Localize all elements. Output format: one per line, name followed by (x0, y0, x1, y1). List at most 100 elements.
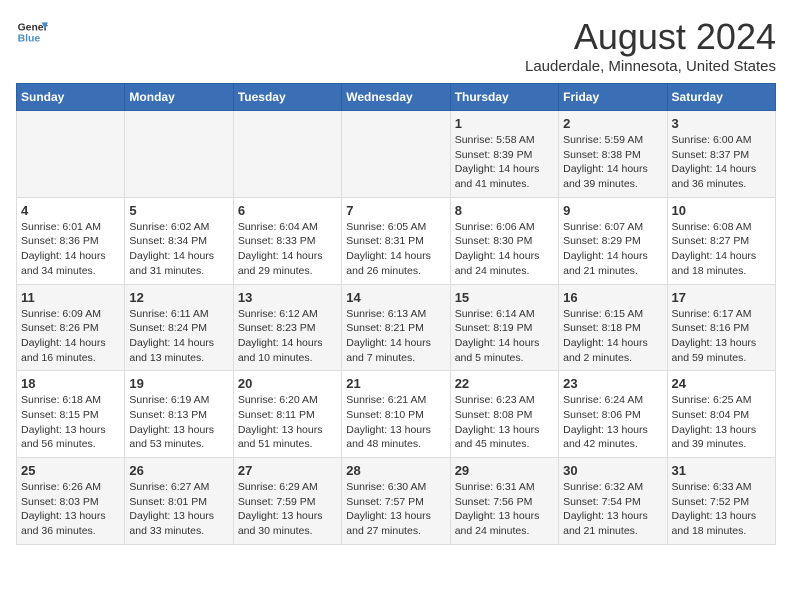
day-info: Sunrise: 6:08 AM Sunset: 8:27 PM Dayligh… (672, 220, 771, 279)
column-header-monday: Monday (125, 84, 233, 111)
day-number: 27 (238, 463, 337, 478)
day-info: Sunrise: 6:12 AM Sunset: 8:23 PM Dayligh… (238, 307, 337, 366)
day-cell: 17 Sunrise: 6:17 AM Sunset: 8:16 PM Dayli… (667, 284, 775, 371)
day-info: Sunrise: 6:17 AM Sunset: 8:16 PM Dayligh… (672, 307, 771, 366)
page-header: General Blue August 2024 Lauderdale, Min… (16, 16, 776, 75)
day-info: Sunrise: 6:26 AM Sunset: 8:03 PM Dayligh… (21, 480, 120, 539)
day-number: 12 (129, 290, 228, 305)
day-number: 22 (455, 376, 554, 391)
day-number: 19 (129, 376, 228, 391)
day-info: Sunrise: 6:33 AM Sunset: 7:52 PM Dayligh… (672, 480, 771, 539)
calendar-table: SundayMondayTuesdayWednesdayThursdayFrid… (16, 83, 776, 545)
day-cell: 18 Sunrise: 6:18 AM Sunset: 8:15 PM Dayli… (17, 371, 125, 458)
day-info: Sunrise: 6:01 AM Sunset: 8:36 PM Dayligh… (21, 220, 120, 279)
day-cell: 16 Sunrise: 6:15 AM Sunset: 8:18 PM Dayli… (559, 284, 667, 371)
day-info: Sunrise: 6:30 AM Sunset: 7:57 PM Dayligh… (346, 480, 445, 539)
day-number: 15 (455, 290, 554, 305)
day-cell: 1Sunrise: 5:58 AM Sunset: 8:39 PM Daylig… (450, 111, 558, 198)
day-info: Sunrise: 5:58 AM Sunset: 8:39 PM Dayligh… (455, 133, 554, 192)
day-info: Sunrise: 6:21 AM Sunset: 8:10 PM Dayligh… (346, 393, 445, 452)
day-number: 7 (346, 203, 445, 218)
day-cell (342, 111, 450, 198)
day-info: Sunrise: 6:00 AM Sunset: 8:37 PM Dayligh… (672, 133, 771, 192)
day-number: 29 (455, 463, 554, 478)
week-row-1: 1Sunrise: 5:58 AM Sunset: 8:39 PM Daylig… (17, 111, 776, 198)
day-number: 16 (563, 290, 662, 305)
day-info: Sunrise: 6:24 AM Sunset: 8:06 PM Dayligh… (563, 393, 662, 452)
day-number: 6 (238, 203, 337, 218)
logo: General Blue (16, 16, 48, 48)
day-number: 21 (346, 376, 445, 391)
day-cell: 24 Sunrise: 6:25 AM Sunset: 8:04 PM Dayli… (667, 371, 775, 458)
day-number: 9 (563, 203, 662, 218)
day-info: Sunrise: 6:29 AM Sunset: 7:59 PM Dayligh… (238, 480, 337, 539)
day-info: Sunrise: 6:06 AM Sunset: 8:30 PM Dayligh… (455, 220, 554, 279)
location: Lauderdale, Minnesota, United States (525, 58, 776, 75)
day-cell (233, 111, 341, 198)
day-info: Sunrise: 6:04 AM Sunset: 8:33 PM Dayligh… (238, 220, 337, 279)
calendar-body: 1Sunrise: 5:58 AM Sunset: 8:39 PM Daylig… (17, 111, 776, 545)
day-cell: 22 Sunrise: 6:23 AM Sunset: 8:08 PM Dayli… (450, 371, 558, 458)
logo-icon: General Blue (16, 16, 48, 48)
day-number: 28 (346, 463, 445, 478)
day-cell: 2Sunrise: 5:59 AM Sunset: 8:38 PM Daylig… (559, 111, 667, 198)
column-header-sunday: Sunday (17, 84, 125, 111)
column-header-wednesday: Wednesday (342, 84, 450, 111)
day-cell: 12Sunrise: 6:11 AM Sunset: 8:24 PM Dayli… (125, 284, 233, 371)
day-cell: 6 Sunrise: 6:04 AM Sunset: 8:33 PM Daylig… (233, 197, 341, 284)
week-row-5: 25 Sunrise: 6:26 AM Sunset: 8:03 PM Dayli… (17, 458, 776, 545)
day-number: 31 (672, 463, 771, 478)
day-info: Sunrise: 6:32 AM Sunset: 7:54 PM Dayligh… (563, 480, 662, 539)
day-info: Sunrise: 6:27 AM Sunset: 8:01 PM Dayligh… (129, 480, 228, 539)
day-cell: 26 Sunrise: 6:27 AM Sunset: 8:01 PM Dayli… (125, 458, 233, 545)
day-info: Sunrise: 6:15 AM Sunset: 8:18 PM Dayligh… (563, 307, 662, 366)
column-header-friday: Friday (559, 84, 667, 111)
day-cell: 21 Sunrise: 6:21 AM Sunset: 8:10 PM Dayli… (342, 371, 450, 458)
column-header-tuesday: Tuesday (233, 84, 341, 111)
calendar-header: SundayMondayTuesdayWednesdayThursdayFrid… (17, 84, 776, 111)
day-cell: 19Sunrise: 6:19 AM Sunset: 8:13 PM Dayli… (125, 371, 233, 458)
day-cell: 11 Sunrise: 6:09 AM Sunset: 8:26 PM Dayli… (17, 284, 125, 371)
day-number: 2 (563, 116, 662, 131)
header-row: SundayMondayTuesdayWednesdayThursdayFrid… (17, 84, 776, 111)
day-number: 18 (21, 376, 120, 391)
day-cell: 15 Sunrise: 6:14 AM Sunset: 8:19 PM Dayli… (450, 284, 558, 371)
day-cell: 23 Sunrise: 6:24 AM Sunset: 8:06 PM Dayli… (559, 371, 667, 458)
day-cell: 31 Sunrise: 6:33 AM Sunset: 7:52 PM Dayli… (667, 458, 775, 545)
day-info: Sunrise: 6:20 AM Sunset: 8:11 PM Dayligh… (238, 393, 337, 452)
day-cell: 29Sunrise: 6:31 AM Sunset: 7:56 PM Dayli… (450, 458, 558, 545)
day-number: 23 (563, 376, 662, 391)
day-number: 17 (672, 290, 771, 305)
day-cell: 25 Sunrise: 6:26 AM Sunset: 8:03 PM Dayli… (17, 458, 125, 545)
day-number: 11 (21, 290, 120, 305)
day-number: 5 (129, 203, 228, 218)
day-cell: 28 Sunrise: 6:30 AM Sunset: 7:57 PM Dayli… (342, 458, 450, 545)
day-cell: 13 Sunrise: 6:12 AM Sunset: 8:23 PM Dayli… (233, 284, 341, 371)
day-cell: 4Sunrise: 6:01 AM Sunset: 8:36 PM Daylig… (17, 197, 125, 284)
week-row-2: 4Sunrise: 6:01 AM Sunset: 8:36 PM Daylig… (17, 197, 776, 284)
day-cell: 9Sunrise: 6:07 AM Sunset: 8:29 PM Daylig… (559, 197, 667, 284)
day-info: Sunrise: 6:14 AM Sunset: 8:19 PM Dayligh… (455, 307, 554, 366)
day-number: 24 (672, 376, 771, 391)
day-number: 25 (21, 463, 120, 478)
day-number: 3 (672, 116, 771, 131)
day-number: 26 (129, 463, 228, 478)
month-year: August 2024 (525, 16, 776, 58)
day-info: Sunrise: 6:23 AM Sunset: 8:08 PM Dayligh… (455, 393, 554, 452)
day-cell: 3 Sunrise: 6:00 AM Sunset: 8:37 PM Daylig… (667, 111, 775, 198)
column-header-thursday: Thursday (450, 84, 558, 111)
day-cell: 27 Sunrise: 6:29 AM Sunset: 7:59 PM Dayli… (233, 458, 341, 545)
title-block: August 2024 Lauderdale, Minnesota, Unite… (525, 16, 776, 75)
day-info: Sunrise: 6:09 AM Sunset: 8:26 PM Dayligh… (21, 307, 120, 366)
day-number: 8 (455, 203, 554, 218)
day-info: Sunrise: 6:18 AM Sunset: 8:15 PM Dayligh… (21, 393, 120, 452)
day-cell: 30 Sunrise: 6:32 AM Sunset: 7:54 PM Dayli… (559, 458, 667, 545)
day-number: 13 (238, 290, 337, 305)
day-info: Sunrise: 6:25 AM Sunset: 8:04 PM Dayligh… (672, 393, 771, 452)
day-info: Sunrise: 6:13 AM Sunset: 8:21 PM Dayligh… (346, 307, 445, 366)
day-info: Sunrise: 6:02 AM Sunset: 8:34 PM Dayligh… (129, 220, 228, 279)
column-header-saturday: Saturday (667, 84, 775, 111)
day-number: 30 (563, 463, 662, 478)
day-cell: 10Sunrise: 6:08 AM Sunset: 8:27 PM Dayli… (667, 197, 775, 284)
day-cell: 8 Sunrise: 6:06 AM Sunset: 8:30 PM Daylig… (450, 197, 558, 284)
